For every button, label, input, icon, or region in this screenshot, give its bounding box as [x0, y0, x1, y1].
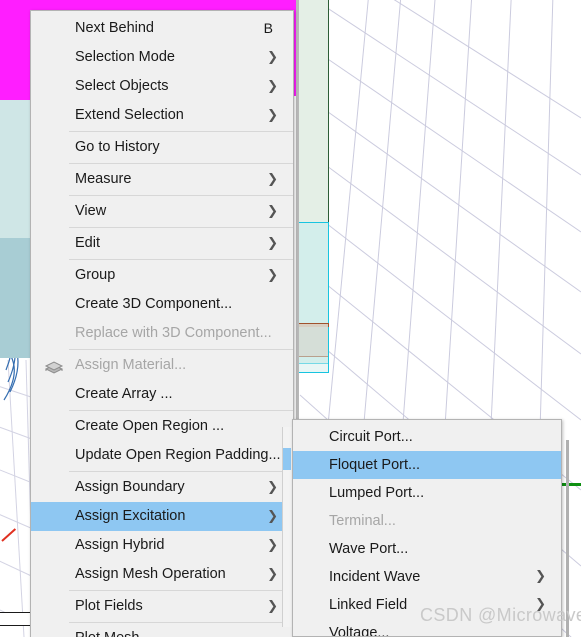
menu-item-label: Lumped Port...	[329, 485, 425, 501]
menu-item-label: Incident Wave	[329, 569, 421, 585]
menu-item-view[interactable]: View ❯	[31, 197, 293, 226]
context-menu-scrollbar-thumb[interactable]	[283, 448, 291, 470]
chevron-right-icon: ❯	[267, 538, 278, 553]
menu-separator	[69, 259, 293, 260]
menu-item-label: Assign Boundary	[75, 479, 185, 495]
menu-item-label: Assign Excitation	[75, 508, 186, 524]
chevron-right-icon: ❯	[267, 567, 278, 582]
menu-item-label: Plot Fields	[75, 598, 143, 614]
menu-item-label: Voltage...	[329, 625, 390, 637]
menu-item-label: Extend Selection	[75, 107, 184, 123]
menu-item-label: Assign Mesh Operation	[75, 566, 226, 582]
menu-separator	[69, 195, 293, 196]
menu-item-create-3d-component[interactable]: Create 3D Component...	[31, 290, 293, 319]
menu-item-update-open-region-padding[interactable]: Update Open Region Padding...	[31, 441, 293, 470]
submenu-item-incident-wave[interactable]: Incident Wave ❯	[293, 563, 561, 591]
chevron-right-icon: ❯	[267, 79, 278, 94]
chevron-right-icon: ❯	[267, 480, 278, 495]
menu-item-label: Circuit Port...	[329, 429, 413, 445]
menu-item-accelerator: B	[263, 20, 273, 36]
menu-item-label: Floquet Port...	[329, 457, 421, 473]
chevron-right-icon: ❯	[267, 509, 278, 524]
submenu-item-linked-field[interactable]: Linked Field ❯	[293, 591, 561, 619]
menu-separator	[69, 163, 293, 164]
menu-item-edit[interactable]: Edit ❯	[31, 229, 293, 258]
menu-item-assign-boundary[interactable]: Assign Boundary ❯	[31, 473, 293, 502]
menu-separator	[69, 227, 293, 228]
menu-item-label: Assign Hybrid	[75, 537, 165, 553]
menu-item-label: Update Open Region Padding...	[75, 447, 281, 463]
menu-item-go-to-history[interactable]: Go to History	[31, 133, 293, 162]
menu-item-assign-material: Assign Material...	[31, 351, 293, 380]
menu-item-assign-mesh-operation[interactable]: Assign Mesh Operation ❯	[31, 560, 293, 589]
submenu-item-lumped-port[interactable]: Lumped Port...	[293, 479, 561, 507]
chevron-right-icon: ❯	[267, 108, 278, 123]
chevron-right-icon: ❯	[267, 599, 278, 614]
menu-item-label: View	[75, 203, 107, 219]
menu-item-group[interactable]: Group ❯	[31, 261, 293, 290]
menu-item-measure[interactable]: Measure ❯	[31, 165, 293, 194]
menu-item-label: Create 3D Component...	[75, 296, 233, 312]
menu-item-label: Create Array ...	[75, 386, 173, 402]
menu-item-label: Select Objects	[75, 78, 169, 94]
assign-excitation-submenu[interactable]: Circuit Port... Floquet Port... Lumped Por…	[292, 419, 562, 637]
menu-item-label: Edit	[75, 235, 100, 251]
menu-item-label: Group	[75, 267, 116, 283]
menu-item-plot-fields[interactable]: Plot Fields ❯	[31, 592, 293, 621]
modeler-context-menu[interactable]: Next Behind B Selection Mode ❯ Select Object…	[30, 10, 294, 637]
magenta-object-left-edge	[0, 0, 32, 104]
menu-separator	[69, 131, 293, 132]
menu-item-select-objects[interactable]: Select Objects ❯	[31, 72, 293, 101]
chevron-right-icon: ❯	[267, 236, 278, 251]
menu-item-label: Assign Material...	[75, 357, 187, 373]
menu-item-label: Selection Mode	[75, 49, 175, 65]
chevron-right-icon: ❯	[267, 204, 278, 219]
menu-item-label: Create Open Region ...	[75, 418, 225, 434]
menu-item-label: Terminal...	[329, 513, 396, 529]
submenu-item-voltage[interactable]: Voltage...	[293, 619, 561, 637]
menu-separator	[69, 471, 293, 472]
menu-separator	[69, 590, 293, 591]
menu-item-label: Wave Port...	[329, 541, 409, 557]
menu-item-assign-excitation[interactable]: Assign Excitation ❯	[31, 502, 293, 531]
menu-item-label: Replace with 3D Component...	[75, 325, 272, 341]
submenu-item-floquet-port[interactable]: Floquet Port...	[293, 451, 561, 479]
submenu-item-circuit-port[interactable]: Circuit Port...	[293, 423, 561, 451]
menu-item-label: Go to History	[75, 139, 160, 155]
menu-separator	[69, 622, 293, 623]
submenu-item-wave-port[interactable]: Wave Port...	[293, 535, 561, 563]
menu-item-create-open-region[interactable]: Create Open Region ...	[31, 412, 293, 441]
menu-item-label: Linked Field	[329, 597, 408, 613]
submenu-item-terminal: Terminal...	[293, 507, 561, 535]
screenshot-root: Next Behind B Selection Mode ❯ Select Object…	[0, 0, 581, 637]
menu-item-create-array[interactable]: Create Array ...	[31, 380, 293, 409]
menu-item-replace-with-3d-component: Replace with 3D Component...	[31, 319, 293, 348]
menu-separator	[69, 349, 293, 350]
menu-item-label: Measure	[75, 171, 132, 187]
menu-item-next-behind[interactable]: Next Behind B	[31, 14, 293, 43]
chevron-right-icon: ❯	[267, 172, 278, 187]
chevron-right-icon: ❯	[535, 569, 546, 584]
chevron-right-icon: ❯	[267, 50, 278, 65]
menu-item-plot-mesh[interactable]: Plot Mesh...	[31, 624, 293, 637]
menu-item-label: Plot Mesh...	[75, 624, 152, 637]
menu-separator	[69, 410, 293, 411]
cyan-port-pane-lower	[296, 327, 329, 373]
menu-item-selection-mode[interactable]: Selection Mode ❯	[31, 43, 293, 72]
menu-item-label: Next Behind	[75, 20, 154, 36]
menu-item-extend-selection[interactable]: Extend Selection ❯	[31, 101, 293, 130]
material-stack-icon	[43, 358, 65, 374]
chevron-right-icon: ❯	[535, 597, 546, 612]
viewport-divider-right	[566, 440, 569, 637]
menu-item-assign-hybrid[interactable]: Assign Hybrid ❯	[31, 531, 293, 560]
chevron-right-icon: ❯	[267, 268, 278, 283]
